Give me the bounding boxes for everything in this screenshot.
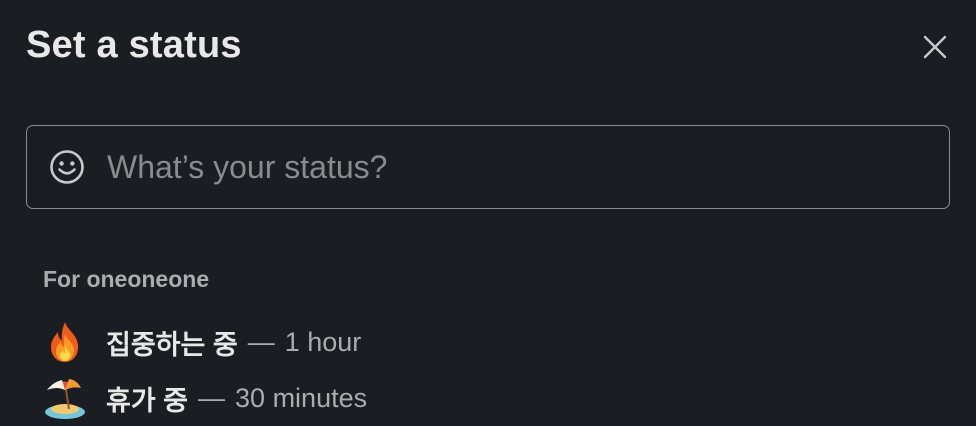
presets-section-label: For oneoneone [43, 266, 210, 292]
preset-duration: 1 hour [284, 326, 362, 357]
preset-duration: 30 minutes [235, 382, 368, 413]
close-icon [923, 35, 947, 59]
status-input[interactable] [107, 148, 933, 186]
preset-separator: — [198, 382, 226, 413]
status-input-container [26, 125, 950, 209]
status-preset-focus[interactable]: 집중하는 중 — 1 hour [43, 318, 361, 366]
fire-emoji-icon [43, 320, 87, 364]
emoji-picker-button[interactable] [49, 149, 85, 185]
set-status-dialog: Set a status For oneoneone [0, 0, 976, 426]
smiley-icon [50, 150, 84, 184]
preset-name: 휴가 중 [106, 385, 189, 416]
preset-separator: — [247, 326, 275, 357]
status-preset-vacation[interactable]: 휴가 중 — 30 minutes [43, 374, 367, 422]
dialog-header: Set a status [26, 22, 950, 72]
close-button[interactable] [920, 32, 950, 62]
preset-name: 집중하는 중 [106, 329, 238, 360]
dialog-title: Set a status [26, 24, 242, 66]
beach-umbrella-emoji-icon [43, 376, 87, 420]
